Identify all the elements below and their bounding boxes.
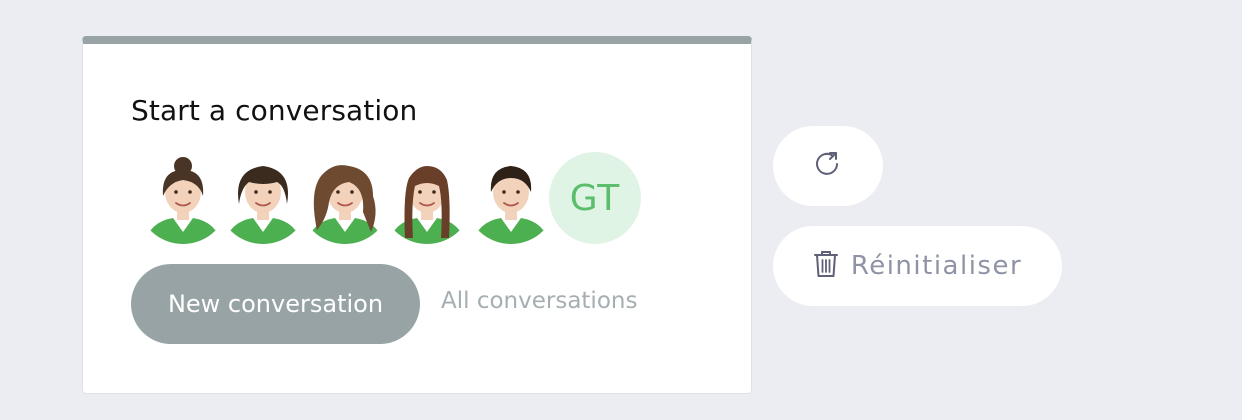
agent-avatar-1 (137, 152, 229, 244)
agent-avatar-4 (381, 152, 473, 244)
agent-avatar-3 (299, 152, 391, 244)
new-conversation-button[interactable]: New conversation (131, 264, 420, 344)
refresh-icon (813, 149, 843, 183)
trash-icon (813, 249, 839, 283)
card-title: Start a conversation (131, 94, 418, 127)
agent-avatar-5 (465, 152, 557, 244)
initials-avatar: GT (549, 152, 641, 244)
reset-label: Réinitialiser (850, 251, 1023, 281)
agent-avatar-2 (217, 152, 309, 244)
conversation-card: Start a conversation GT New conversation… (82, 36, 752, 394)
refresh-button[interactable] (773, 126, 883, 206)
reset-button[interactable]: Réinitialiser (773, 226, 1062, 306)
all-conversations-link[interactable]: All conversations (441, 288, 637, 314)
